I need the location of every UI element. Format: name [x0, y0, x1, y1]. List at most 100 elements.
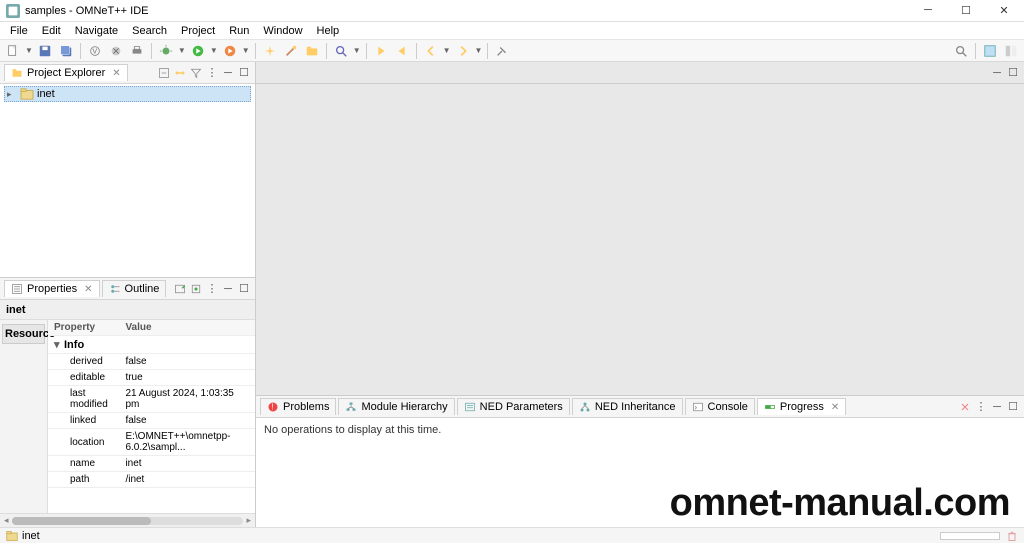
table-row[interactable]: editabletrue: [48, 370, 255, 386]
debug-button[interactable]: [157, 42, 175, 60]
close-icon[interactable]: ✕: [831, 402, 839, 413]
scroll-right-icon[interactable]: ▸: [246, 515, 251, 526]
save-button[interactable]: [36, 42, 54, 60]
show-categories-button[interactable]: [173, 282, 187, 296]
view-menu-button[interactable]: ⋮: [205, 282, 219, 296]
tab-problems[interactable]: ! Problems: [260, 398, 336, 415]
trash-icon[interactable]: [1006, 530, 1018, 542]
folders-button[interactable]: [303, 42, 321, 60]
minimize-pane-button[interactable]: ─: [221, 282, 235, 296]
pin-button[interactable]: [493, 42, 511, 60]
tree-caret-icon[interactable]: ▸: [7, 89, 17, 100]
tab-ned-parameters[interactable]: NED Parameters: [457, 398, 570, 415]
view-menu-button[interactable]: ⋮: [974, 400, 988, 414]
minimize-pane-button[interactable]: ─: [990, 400, 1004, 414]
scroll-thumb[interactable]: [12, 517, 244, 525]
minimize-pane-button[interactable]: ─: [221, 66, 235, 80]
close-icon[interactable]: ✕: [112, 68, 120, 79]
prop-value: inet: [119, 456, 255, 472]
tab-ned-inheritance[interactable]: NED Inheritance: [572, 398, 683, 415]
group-row[interactable]: ▾Info: [48, 336, 255, 354]
chevron-down-icon[interactable]: ▼: [475, 46, 483, 55]
open-perspective-button[interactable]: [1002, 42, 1020, 60]
filter-button[interactable]: [189, 66, 203, 80]
maximize-pane-button[interactable]: ☐: [237, 66, 251, 80]
forward-button[interactable]: [454, 42, 472, 60]
project-tree[interactable]: ▸ inet: [0, 84, 255, 277]
save-all-button[interactable]: [57, 42, 75, 60]
maximize-pane-button[interactable]: ☐: [1006, 400, 1020, 414]
menu-edit[interactable]: Edit: [36, 23, 67, 39]
quick-access-button[interactable]: [952, 42, 970, 60]
prop-name: linked: [48, 413, 119, 429]
app-icon: [6, 4, 20, 18]
collapse-all-button[interactable]: [157, 66, 171, 80]
close-icon[interactable]: ✕: [84, 284, 92, 295]
scroll-left-icon[interactable]: ◂: [4, 515, 9, 526]
search-button[interactable]: [332, 42, 350, 60]
chevron-down-icon[interactable]: ▼: [443, 46, 451, 55]
inheritance-icon: [579, 401, 591, 413]
project-icon: [20, 88, 34, 100]
sparkle-button[interactable]: [261, 42, 279, 60]
close-button[interactable]: ✕: [994, 4, 1014, 17]
view-menu-button[interactable]: ⋮: [205, 66, 219, 80]
chevron-down-icon[interactable]: ▼: [210, 46, 218, 55]
horizontal-scrollbar[interactable]: ◂ ▸: [0, 513, 255, 527]
menu-help[interactable]: Help: [311, 23, 346, 39]
wand-button[interactable]: [282, 42, 300, 60]
table-row[interactable]: nameinet: [48, 456, 255, 472]
project-explorer-tab[interactable]: Project Explorer ✕: [4, 64, 128, 81]
tab-module-hierarchy[interactable]: Module Hierarchy: [338, 398, 454, 415]
properties-categories: Resource: [0, 320, 48, 513]
chevron-down-icon[interactable]: ▼: [178, 46, 186, 55]
chevron-down-icon[interactable]: ▼: [242, 46, 250, 55]
chevron-down-icon[interactable]: ▼: [353, 46, 361, 55]
table-row[interactable]: last modified21 August 2024, 1:03:35 pm: [48, 386, 255, 413]
profile-button[interactable]: [221, 42, 239, 60]
chevron-down-icon[interactable]: ▼: [25, 46, 33, 55]
perspective-sim-button[interactable]: [981, 42, 999, 60]
table-row[interactable]: linkedfalse: [48, 413, 255, 429]
heap-indicator[interactable]: [940, 532, 1000, 540]
properties-table[interactable]: Property Value ▾Info derivedfalse editab…: [48, 320, 255, 513]
menu-search[interactable]: Search: [126, 23, 173, 39]
print-button[interactable]: [128, 42, 146, 60]
menubar: File Edit Navigate Search Project Run Wi…: [0, 22, 1024, 40]
maximize-button[interactable]: ☐: [956, 4, 976, 17]
prev-annotation-button[interactable]: [393, 42, 411, 60]
next-annotation-button[interactable]: [372, 42, 390, 60]
maximize-editor-button[interactable]: ☐: [1006, 66, 1020, 80]
outline-tab[interactable]: Outline: [102, 280, 167, 297]
menu-window[interactable]: Window: [257, 23, 308, 39]
tab-label: NED Parameters: [480, 401, 563, 413]
maximize-pane-button[interactable]: ☐: [237, 282, 251, 296]
tab-progress[interactable]: Progress ✕: [757, 398, 846, 415]
version-button[interactable]: v: [86, 42, 104, 60]
run-button[interactable]: [189, 42, 207, 60]
minimize-button[interactable]: ─: [918, 4, 938, 17]
category-resource[interactable]: Resource: [2, 324, 45, 344]
table-row[interactable]: path/inet: [48, 472, 255, 488]
table-header-row: Property Value: [48, 320, 255, 336]
minimize-editor-button[interactable]: ─: [990, 66, 1004, 80]
clear-button[interactable]: [958, 400, 972, 414]
link-editor-button[interactable]: [173, 66, 187, 80]
table-row[interactable]: derivedfalse: [48, 354, 255, 370]
menu-navigate[interactable]: Navigate: [69, 23, 124, 39]
editor-area[interactable]: [256, 84, 1024, 395]
skip-button[interactable]: [107, 42, 125, 60]
separator: [416, 43, 417, 59]
prop-value: true: [119, 370, 255, 386]
properties-tab[interactable]: Properties ✕: [4, 280, 100, 297]
menu-file[interactable]: File: [4, 23, 34, 39]
tab-console[interactable]: Console: [685, 398, 755, 415]
pin-properties-button[interactable]: [189, 282, 203, 296]
menu-run[interactable]: Run: [223, 23, 255, 39]
table-row[interactable]: locationE:\OMNET++\omnetpp-6.0.2\sampl..…: [48, 429, 255, 456]
back-button[interactable]: [422, 42, 440, 60]
new-button[interactable]: [4, 42, 22, 60]
menu-project[interactable]: Project: [175, 23, 221, 39]
tree-item-inet[interactable]: ▸ inet: [4, 86, 251, 102]
prop-name: last modified: [48, 386, 119, 413]
